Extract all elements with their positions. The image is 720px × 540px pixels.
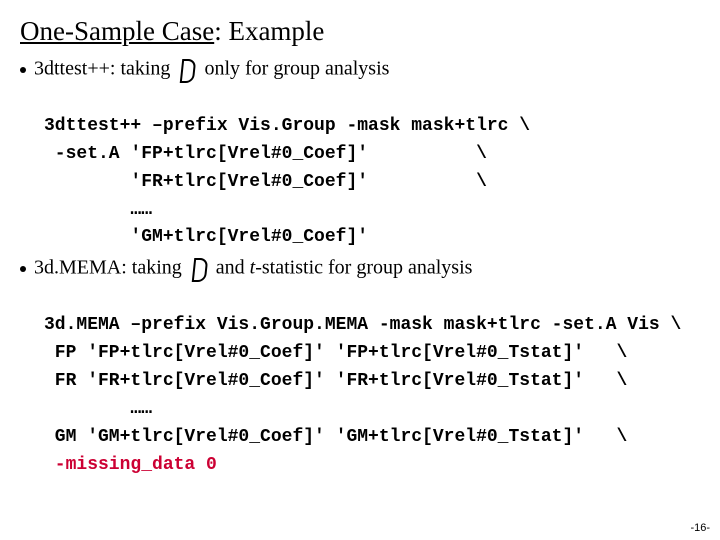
- code-block-2: 3d.MEMA –prefix Vis.Group.MEMA -mask mas…: [44, 284, 700, 479]
- slide-title: One-Sample Case: Example: [20, 16, 700, 47]
- code1-line1: 3dttest++ –prefix Vis.Group -mask mask+t…: [44, 116, 530, 136]
- code-block-1: 3dttest++ –prefix Vis.Group -mask mask+t…: [44, 85, 700, 252]
- bullet-1-suffix: only for group analysis: [204, 58, 389, 80]
- code2-line1: 3d.MEMA –prefix Vis.Group.MEMA -mask mas…: [44, 315, 681, 335]
- title-rest: : Example: [214, 16, 324, 46]
- title-underlined: One-Sample Case: [20, 16, 214, 46]
- bullet-2: 3d.MEMA: taking and t-statistic for grou…: [20, 256, 700, 282]
- bullet-icon: [20, 266, 26, 272]
- bullet-2-suffix: -statistic for group analysis: [255, 257, 472, 279]
- code2-line5: GM 'GM+tlrc[Vrel#0_Coef]' 'GM+tlrc[Vrel#…: [44, 427, 627, 447]
- code2-line3: FR 'FR+tlrc[Vrel#0_Coef]' 'FR+tlrc[Vrel#…: [44, 371, 627, 391]
- code1-line5: 'GM+tlrc[Vrel#0_Coef]': [44, 227, 368, 247]
- bullet-2-prefix: 3d.MEMA: taking: [34, 257, 187, 279]
- code2-line6: -missing_data 0: [44, 455, 217, 475]
- code1-line3: 'FR+tlrc[Vrel#0_Coef]' \: [44, 172, 487, 192]
- code1-line2: -set.A 'FP+tlrc[Vrel#0_Coef]' \: [44, 144, 487, 164]
- bullet-2-mid: and: [216, 257, 250, 279]
- page-number: -16-: [690, 522, 710, 534]
- beta-symbol-icon: [189, 256, 209, 282]
- bullet-1-prefix: 3dttest++: taking: [34, 58, 175, 80]
- bullet-icon: [20, 67, 26, 73]
- code1-line4: ……: [44, 200, 152, 220]
- code2-line2: FP 'FP+tlrc[Vrel#0_Coef]' 'FP+tlrc[Vrel#…: [44, 343, 627, 363]
- code2-line4: ……: [44, 399, 152, 419]
- bullet-2-text: 3d.MEMA: taking and t-statistic for grou…: [34, 256, 472, 282]
- bullet-1-text: 3dttest++: taking only for group analysi…: [34, 57, 389, 83]
- bullet-1: 3dttest++: taking only for group analysi…: [20, 57, 700, 83]
- beta-symbol-icon: [177, 57, 197, 83]
